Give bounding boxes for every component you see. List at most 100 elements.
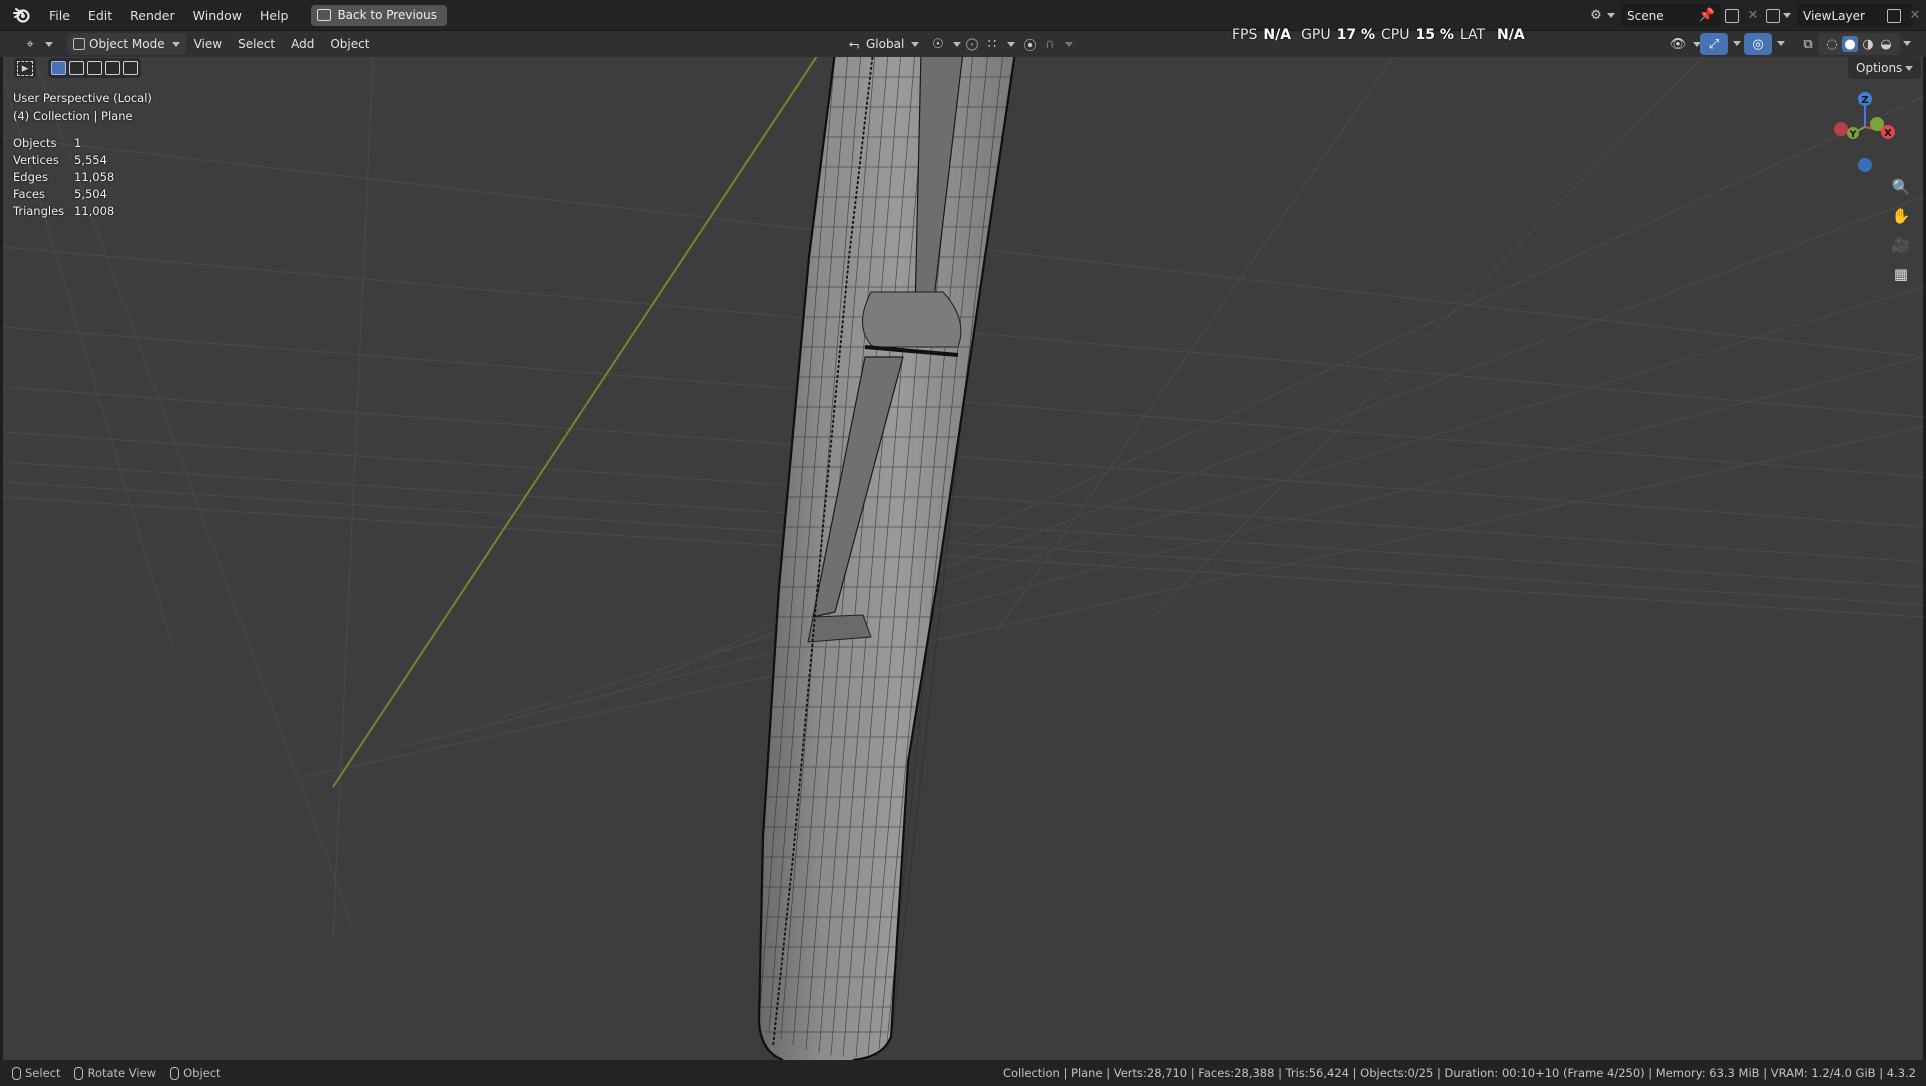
status-hint-label: Select: [25, 1066, 61, 1080]
lat-label: LAT: [1459, 27, 1486, 43]
pivot-icon: ☉: [932, 36, 944, 52]
menu-edit[interactable]: Edit: [79, 0, 121, 31]
gizmo-y-label: Y: [1849, 130, 1857, 140]
blender-logo-icon[interactable]: [12, 5, 32, 25]
status-hint-label: Object: [183, 1066, 221, 1080]
select-extend-icon[interactable]: [69, 61, 84, 75]
stat-value: 11,008: [74, 204, 115, 218]
view-layer-dropdown-icon[interactable]: [1783, 13, 1791, 18]
overlays-toggle[interactable]: ◎: [1744, 33, 1772, 55]
top-menu-bar: File Edit Render Window Help Back to Pre…: [0, 0, 1926, 31]
eye-icon: 👁: [1669, 36, 1687, 52]
select-subtract-icon[interactable]: [87, 61, 102, 75]
view-layer-icon[interactable]: [1766, 8, 1780, 23]
orientation-dropdown-icon: [911, 41, 920, 47]
overlays-dropdown-icon[interactable]: [1777, 41, 1785, 46]
menu-file[interactable]: File: [40, 0, 79, 31]
stat-row-edges: Edges 11,058: [13, 169, 152, 186]
pin-icon[interactable]: 📌: [1699, 8, 1715, 24]
cpu-value: 15 %: [1415, 27, 1454, 43]
status-hint-select: Select: [12, 1066, 60, 1080]
status-info: Collection | Plane | Verts:28,710 | Face…: [1002, 1066, 1916, 1080]
stat-key: Objects: [13, 136, 57, 150]
new-view-layer-icon[interactable]: [1887, 8, 1901, 23]
screen-back-icon: [317, 9, 332, 21]
menu-help[interactable]: Help: [251, 0, 298, 31]
mesh-object: [757, 57, 1016, 1060]
status-hint-object: Object: [170, 1066, 221, 1080]
header-menu-select[interactable]: Select: [230, 33, 283, 55]
mouse-left-icon: [12, 1066, 21, 1080]
stat-row-triangles: Triangles 11,008: [13, 203, 152, 220]
viewport-text-overlay: User Perspective (Local) (4) Collection …: [13, 89, 152, 220]
gizmo-icon: ⤢: [1708, 36, 1720, 52]
shading-dropdown-icon[interactable]: [1903, 41, 1911, 46]
3d-viewport[interactable]: Z X Y: [3, 57, 1923, 1060]
status-hint-label: Rotate View: [87, 1066, 157, 1080]
snap-target-selector[interactable]: ∷: [978, 33, 1021, 55]
pan-view-icon[interactable]: ✋: [1888, 203, 1914, 229]
rendered-shading-icon[interactable]: ◒: [1878, 36, 1894, 52]
material-shading-icon[interactable]: ◑: [1860, 36, 1876, 52]
delete-scene-icon[interactable]: ✕: [1745, 8, 1761, 24]
options-dropdown[interactable]: Options: [1848, 57, 1922, 79]
scene-dropdown-icon[interactable]: [1607, 13, 1615, 18]
stat-key: Vertices: [13, 153, 59, 167]
stat-value: 11,058: [74, 170, 115, 184]
mouse-right-icon: [170, 1066, 180, 1080]
select-intersect-icon[interactable]: [123, 61, 138, 75]
gizmo-dropdown-icon[interactable]: [1733, 41, 1741, 46]
stat-row-vertices: Vertices 5,554: [13, 152, 152, 169]
fps-value: N/A: [1263, 27, 1292, 43]
status-bar: Select Rotate View Object Collection | P…: [0, 1060, 1926, 1086]
stat-key: Triangles: [13, 204, 65, 218]
gizmo-y-neg-icon: [1870, 117, 1884, 131]
solid-shading-icon[interactable]: ●: [1842, 36, 1858, 52]
select-new-icon[interactable]: [51, 61, 66, 75]
perspective-toggle-icon[interactable]: ▦: [1888, 261, 1914, 287]
delete-view-layer-icon[interactable]: ✕: [1907, 8, 1923, 24]
select-box-tool-icon: ▸: [17, 60, 33, 76]
select-invert-icon[interactable]: [105, 61, 120, 75]
scene-name: Scene: [1627, 8, 1664, 23]
gizmo-toggle[interactable]: ⤢: [1700, 33, 1728, 55]
back-to-previous-label: Back to Previous: [337, 8, 437, 22]
new-scene-icon[interactable]: [1725, 8, 1739, 23]
editor-type-dropdown-icon: [45, 41, 53, 47]
gpu-value: 17 %: [1336, 27, 1375, 43]
mouse-middle-icon: [74, 1066, 84, 1080]
back-to-previous-button[interactable]: Back to Previous: [311, 4, 447, 26]
selection-mode-group: [48, 58, 141, 78]
performance-overlay: FPS N/A GPU 17 % CPU 15 % LAT N/A: [1232, 27, 1525, 43]
gizmo-x-label: X: [1884, 128, 1892, 139]
header-menu-object[interactable]: Object: [322, 33, 377, 55]
options-label: Options: [1856, 61, 1903, 75]
mode-label: Object Mode: [89, 37, 165, 51]
viewport-scene: [3, 57, 1923, 1060]
stat-value: 5,554: [74, 153, 107, 167]
camera-view-icon[interactable]: 🎥: [1888, 232, 1914, 258]
active-tool-button[interactable]: ▸: [14, 58, 36, 78]
stat-row-objects: Objects 1: [13, 135, 152, 152]
y-axis-line: [332, 57, 818, 788]
cpu-label: CPU: [1381, 27, 1410, 43]
zoom-view-icon[interactable]: 🔍: [1888, 174, 1914, 200]
stat-key: Faces: [13, 187, 45, 201]
xray-icon: ⧉: [1803, 36, 1813, 52]
mode-selector[interactable]: Object Mode: [67, 33, 186, 55]
header-menu-view[interactable]: View: [186, 33, 230, 55]
stat-value: 1: [74, 136, 82, 150]
menu-window[interactable]: Window: [184, 0, 251, 31]
scene-icon[interactable]: ⚙: [1588, 8, 1604, 24]
falloff-selector[interactable]: ∩: [1036, 33, 1079, 55]
transform-orientation-label: Global: [866, 37, 905, 51]
wireframe-shading-icon[interactable]: ◌: [1824, 36, 1840, 52]
view-name: User Perspective (Local): [13, 91, 152, 105]
stat-key: Edges: [13, 170, 48, 184]
header-menu-add[interactable]: Add: [283, 33, 322, 55]
editor-type-button[interactable]: ⌖: [16, 33, 59, 55]
menu-render[interactable]: Render: [121, 0, 184, 31]
transform-orientation-selector[interactable]: ⮢ Global: [840, 33, 925, 55]
orientation-icon: ⮢: [848, 36, 860, 52]
falloff-icon: ∩: [1045, 36, 1055, 52]
